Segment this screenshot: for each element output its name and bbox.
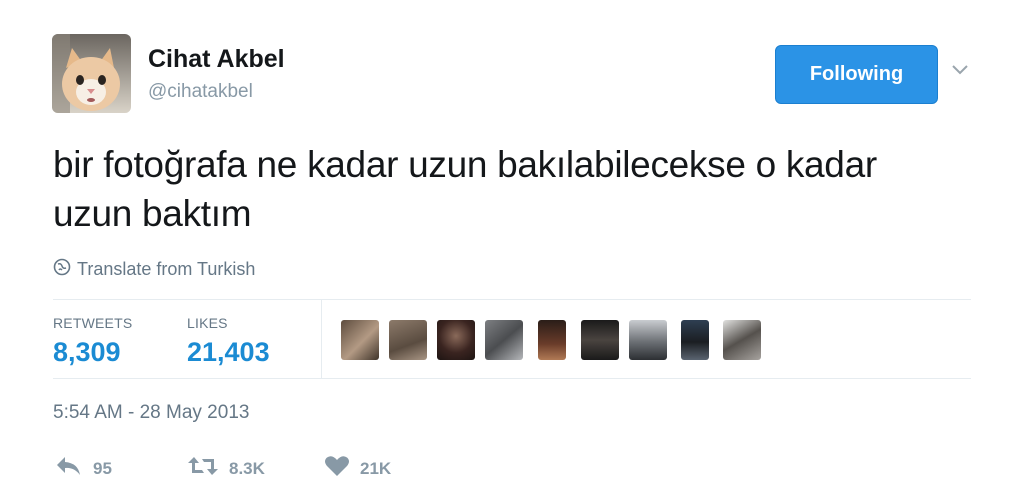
liker-avatar[interactable] [629,320,667,360]
like-count: 21K [360,458,392,478]
liker-avatar[interactable] [723,320,761,360]
retweet-button[interactable]: 8.3K [187,455,265,482]
liker-avatar[interactable] [538,320,566,360]
divider-top [53,299,971,300]
reply-icon [55,455,83,482]
retweet-icon [187,455,219,482]
tweet-text: bir fotoğrafa ne kadar uzun bakılabilece… [53,140,983,238]
liker-avatar[interactable] [389,320,427,360]
author-name[interactable]: Cihat Akbel [148,45,285,74]
retweet-count: 8.3K [229,458,265,478]
globe-icon [53,258,71,281]
chevron-down-icon[interactable] [950,62,970,78]
tweet-text-line-2: uzun baktım [53,193,252,234]
likes-label: LIKES [187,315,228,331]
translate-label: Translate from Turkish [77,259,256,279]
tweet-text-line-1: bir fotoğrafa ne kadar uzun bakılabilece… [53,144,877,185]
stats-divider [321,300,322,378]
retweets-count[interactable]: 8,309 [53,337,121,368]
liker-avatar[interactable] [581,320,619,360]
translate-link[interactable]: Translate from Turkish [53,258,255,281]
likes-count[interactable]: 21,403 [187,337,270,368]
liker-avatar[interactable] [681,320,709,360]
retweets-label: RETWEETS [53,315,133,331]
following-button[interactable]: Following [775,45,938,104]
avatar[interactable] [52,34,131,113]
liker-avatar[interactable] [341,320,379,360]
heart-icon [324,455,350,482]
like-button[interactable]: 21K [324,455,391,482]
tweet-timestamp[interactable]: 5:54 AM - 28 May 2013 [53,402,249,424]
reply-button[interactable]: 95 [55,455,112,482]
author-handle[interactable]: @cihatakbel [148,81,253,103]
reply-count: 95 [93,458,112,478]
liker-avatar[interactable] [437,320,475,360]
liker-avatar[interactable] [485,320,523,360]
divider-bottom [53,378,971,379]
